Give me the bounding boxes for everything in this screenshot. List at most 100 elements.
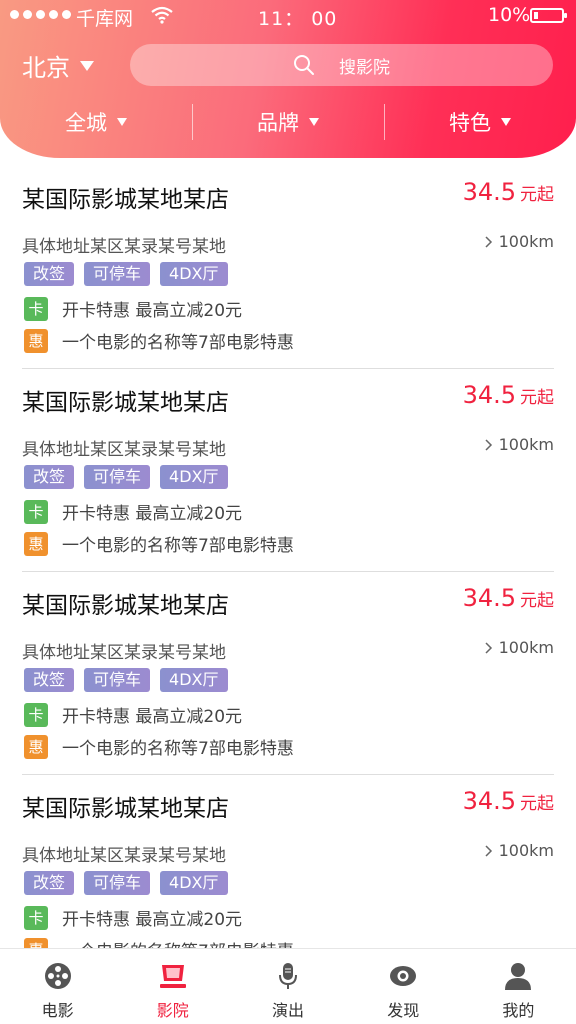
promo-offer: 惠 一个电影的名称等7部电影特惠 xyxy=(24,734,294,759)
signal-icon xyxy=(10,10,71,19)
promo-icon: 惠 xyxy=(24,531,48,556)
price-value: 34.5 xyxy=(462,381,516,409)
tab-label: 影院 xyxy=(156,1001,189,1020)
city-label: 北京 xyxy=(22,54,70,82)
tab-bar: 电影 影院 演出 发现 我的 xyxy=(0,948,576,1024)
card-icon: 卡 xyxy=(24,905,48,930)
promo-icon: 惠 xyxy=(24,328,48,353)
filter-label: 特色 xyxy=(449,111,491,135)
cinema-tags: 改签 可停车 4DX厅 xyxy=(24,668,228,692)
tag-badge: 可停车 xyxy=(84,262,151,286)
user-icon xyxy=(505,963,532,990)
card-icon: 卡 xyxy=(24,296,48,321)
cinema-name: 某国际影城某地某店 xyxy=(22,796,229,822)
cinema-tags: 改签 可停车 4DX厅 xyxy=(24,871,228,895)
tag-badge: 改签 xyxy=(24,668,75,692)
tag-badge: 改签 xyxy=(24,262,75,286)
cinema-distance: 100km xyxy=(485,232,554,251)
tag-badge: 4DX厅 xyxy=(160,871,228,895)
tab-mine[interactable]: 我的 xyxy=(461,949,576,1024)
card-offer-text: 开卡特惠 最高立减20元 xyxy=(62,707,243,727)
price-value: 34.5 xyxy=(462,787,516,815)
cinema-price: 34.5 元起 xyxy=(463,584,554,612)
card-offer-text: 开卡特惠 最高立减20元 xyxy=(62,504,243,524)
filter-area[interactable]: 全城 xyxy=(0,100,192,144)
distance-value: 100km xyxy=(498,841,554,860)
wifi-icon xyxy=(151,6,173,24)
distance-value: 100km xyxy=(498,232,554,251)
promo-offer: 惠 一个电影的名称等7部电影特惠 xyxy=(24,531,294,556)
chevron-down-icon xyxy=(501,118,511,126)
tag-badge: 4DX厅 xyxy=(160,262,228,286)
price-value: 34.5 xyxy=(462,584,516,612)
price-unit: 元起 xyxy=(520,794,554,814)
price-unit: 元起 xyxy=(520,388,554,408)
cinema-tags: 改签 可停车 4DX厅 xyxy=(24,262,228,286)
tag-badge: 可停车 xyxy=(84,871,151,895)
promo-offer-text: 一个电影的名称等7部电影特惠 xyxy=(62,333,294,353)
cinema-tags: 改签 可停车 4DX厅 xyxy=(24,465,228,489)
promo-offer: 惠 一个电影的名称等7部电影特惠 xyxy=(24,328,294,353)
cinema-screen-icon xyxy=(159,965,186,988)
price-value: 34.5 xyxy=(462,178,516,206)
tab-label: 发现 xyxy=(387,1001,420,1020)
cinema-distance: 100km xyxy=(485,638,554,657)
tab-movies[interactable]: 电影 xyxy=(0,949,115,1024)
tab-label: 我的 xyxy=(502,1001,535,1020)
promo-offer: 惠 一个电影的名称等7部电影特惠 xyxy=(24,937,294,948)
cinema-item[interactable]: 某国际影城某地某店 34.5 元起 具体地址某区某录某号某地 100km 改签 … xyxy=(22,369,554,572)
status-bar: 千库网 11： 00 10% xyxy=(0,0,576,30)
cinema-address: 具体地址某区某录某号某地 xyxy=(22,846,226,866)
filter-brand[interactable]: 品牌 xyxy=(192,100,384,144)
chevron-right-icon xyxy=(485,438,492,451)
search-icon xyxy=(294,55,314,75)
card-icon: 卡 xyxy=(24,702,48,727)
search-input[interactable]: 搜影院 xyxy=(130,44,553,86)
tab-label: 电影 xyxy=(41,1001,74,1020)
promo-icon: 惠 xyxy=(24,937,48,948)
chevron-down-icon xyxy=(309,118,319,126)
filter-label: 品牌 xyxy=(257,111,299,135)
cinema-item[interactable]: 某国际影城某地某店 34.5 元起 具体地址某区某录某号某地 100km 改签 … xyxy=(22,166,554,369)
card-icon: 卡 xyxy=(24,499,48,524)
chevron-down-icon xyxy=(80,60,94,71)
cinema-distance: 100km xyxy=(485,435,554,454)
tab-shows[interactable]: 演出 xyxy=(230,949,345,1024)
chevron-right-icon xyxy=(485,641,492,654)
tag-badge: 可停车 xyxy=(84,668,151,692)
filter-feature[interactable]: 特色 xyxy=(384,100,576,144)
city-selector[interactable]: 北京 xyxy=(22,48,94,83)
tag-badge: 可停车 xyxy=(84,465,151,489)
promo-offer-text: 一个电影的名称等7部电影特惠 xyxy=(62,536,294,556)
cinema-address: 具体地址某区某录某号某地 xyxy=(22,237,226,257)
tag-badge: 改签 xyxy=(24,871,75,895)
cinema-price: 34.5 元起 xyxy=(463,787,554,815)
cinema-name: 某国际影城某地某店 xyxy=(22,187,229,213)
header: 千库网 11： 00 10% 北京 搜影院 全城 品牌 特色 xyxy=(0,0,576,158)
distance-value: 100km xyxy=(498,638,554,657)
search-placeholder: 搜影院 xyxy=(339,57,390,78)
cinema-name: 某国际影城某地某店 xyxy=(22,593,229,619)
cinema-name: 某国际影城某地某店 xyxy=(22,390,229,416)
film-reel-icon xyxy=(44,963,71,989)
distance-value: 100km xyxy=(498,435,554,454)
cinema-item[interactable]: 某国际影城某地某店 34.5 元起 具体地址某区某录某号某地 100km 改签 … xyxy=(22,775,554,948)
clock: 11： 00 xyxy=(258,8,338,30)
tag-badge: 4DX厅 xyxy=(160,465,228,489)
chevron-right-icon xyxy=(485,844,492,857)
cinema-price: 34.5 元起 xyxy=(463,178,554,206)
promo-icon: 惠 xyxy=(24,734,48,759)
filter-label: 全城 xyxy=(65,111,107,135)
card-offer: 卡 开卡特惠 最高立减20元 xyxy=(24,702,242,727)
tab-discover[interactable]: 发现 xyxy=(346,949,461,1024)
card-offer: 卡 开卡特惠 最高立减20元 xyxy=(24,499,242,524)
cinema-address: 具体地址某区某录某号某地 xyxy=(22,643,226,663)
battery-icon xyxy=(530,8,567,23)
price-unit: 元起 xyxy=(520,591,554,611)
tab-cinemas[interactable]: 影院 xyxy=(115,949,230,1024)
cinema-list: 某国际影城某地某店 34.5 元起 具体地址某区某录某号某地 100km 改签 … xyxy=(0,166,576,948)
cinema-item[interactable]: 某国际影城某地某店 34.5 元起 具体地址某区某录某号某地 100km 改签 … xyxy=(22,572,554,775)
chevron-right-icon xyxy=(485,235,492,248)
promo-offer-text: 一个电影的名称等7部电影特惠 xyxy=(62,739,294,759)
card-offer-text: 开卡特惠 最高立减20元 xyxy=(62,301,243,321)
